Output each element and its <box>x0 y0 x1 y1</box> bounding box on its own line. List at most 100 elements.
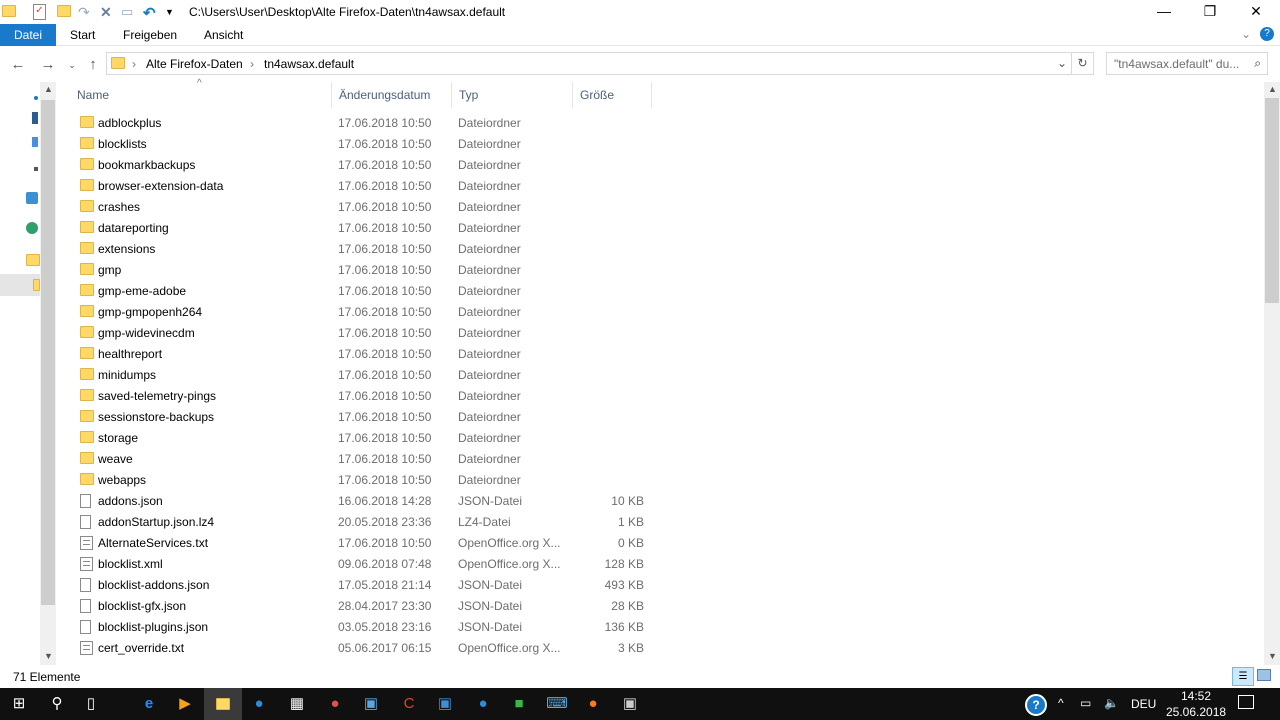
scroll-down-icon[interactable]: ▼ <box>1268 651 1277 661</box>
app-icon[interactable]: ▣ <box>611 688 649 720</box>
tab-ansicht[interactable]: Ansicht <box>191 24 256 46</box>
tab-datei[interactable]: Datei <box>0 24 56 46</box>
file-row[interactable]: AlternateServices.txt 17.06.2018 10:50 Ope… <box>70 533 650 554</box>
file-name: blocklist.xml <box>98 557 163 571</box>
back-button[interactable]: ← <box>8 55 28 75</box>
power-icon[interactable]: ▭ <box>1080 696 1091 710</box>
scrollbar-thumb[interactable] <box>1265 98 1279 303</box>
firefox-icon[interactable]: ● <box>574 688 612 720</box>
tab-freigeben[interactable]: Freigeben <box>110 24 190 46</box>
chevron-down-icon[interactable]: ⌄ <box>1057 56 1067 70</box>
file-explorer-icon[interactable] <box>204 688 242 720</box>
calculator-icon[interactable]: ▦ <box>278 688 316 720</box>
folder-icon[interactable] <box>26 254 40 266</box>
rename-icon[interactable]: ▭ <box>121 4 137 20</box>
language-indicator[interactable]: DEU <box>1131 697 1156 711</box>
maximize-button[interactable]: ❐ <box>1187 0 1233 24</box>
address-bar[interactable]: › Alte Firefox-Daten › tn4awsax.default … <box>106 52 1072 75</box>
column-type[interactable]: Typ <box>452 82 573 108</box>
search-input[interactable]: "tn4awsax.default" du... ⌕ <box>1106 52 1268 75</box>
column-date[interactable]: Änderungsdatum <box>332 82 452 108</box>
file-row[interactable]: gmp-eme-adobe 17.06.2018 10:50 Dateiordner <box>70 281 650 302</box>
large-icons-view-button[interactable] <box>1257 669 1271 681</box>
file-row[interactable]: gmp-gmpopenh264 17.06.2018 10:50 Dateiordn… <box>70 302 650 323</box>
tab-start[interactable]: Start <box>57 24 108 46</box>
breadcrumb-item[interactable]: Alte Firefox-Daten <box>146 57 243 71</box>
edge-icon[interactable]: e <box>130 688 168 720</box>
documents-icon[interactable] <box>32 112 38 124</box>
app-icon[interactable]: ▣ <box>426 688 464 720</box>
network-icon[interactable] <box>26 192 38 204</box>
file-row[interactable]: saved-telemetry-pings 17.06.2018 10:50 Dat… <box>70 386 650 407</box>
file-type: Dateiordner <box>458 200 521 214</box>
file-row[interactable]: sessionstore-backups 17.06.2018 10:50 Date… <box>70 407 650 428</box>
selected-nav-item[interactable] <box>0 274 40 296</box>
file-row[interactable]: minidumps 17.06.2018 10:50 Dateiordner <box>70 365 650 386</box>
keyboard-icon[interactable]: ⌨ <box>538 688 576 720</box>
drive-icon[interactable] <box>34 167 38 171</box>
file-row[interactable]: addons.json 16.06.2018 14:28 JSON-Datei 10 … <box>70 491 650 512</box>
volume-icon[interactable]: 🔈 <box>1104 696 1119 710</box>
start-button[interactable]: ⊞ <box>0 688 38 720</box>
file-row[interactable]: cert_override.txt 05.06.2017 06:15 OpenOff… <box>70 638 650 659</box>
file-row[interactable]: adblockplus 17.06.2018 10:50 Dateiordner <box>70 113 650 134</box>
file-row[interactable]: healthreport 17.06.2018 10:50 Dateiordner <box>70 344 650 365</box>
undo-icon[interactable]: ↶ <box>143 4 159 22</box>
help-icon[interactable]: ? <box>1260 27 1274 41</box>
file-row[interactable]: browser-extension-data 17.06.2018 10:50 Da… <box>70 176 650 197</box>
app-icon[interactable]: ● <box>316 688 354 720</box>
show-hidden-icons[interactable]: ^ <box>1058 696 1064 710</box>
help-icon[interactable]: ? <box>1025 694 1047 716</box>
file-row[interactable]: blocklist.xml 09.06.2018 07:48 OpenOffice.… <box>70 554 650 575</box>
file-row[interactable]: gmp-widevinecdm 17.06.2018 10:50 Dateiordn… <box>70 323 650 344</box>
column-name[interactable]: Name <box>70 82 332 108</box>
file-row[interactable]: crashes 17.06.2018 10:50 Dateiordner <box>70 197 650 218</box>
properties-icon[interactable]: ✓ <box>33 4 46 20</box>
file-row[interactable]: blocklist-plugins.json 03.05.2018 23:16 JS… <box>70 617 650 638</box>
breadcrumb-item[interactable]: tn4awsax.default <box>264 57 354 71</box>
homegroup-icon[interactable] <box>26 222 38 234</box>
scroll-up-icon[interactable]: ▲ <box>44 84 53 94</box>
close-button[interactable]: ✕ <box>1233 0 1279 24</box>
clock-time[interactable]: 14:52 <box>1181 689 1211 703</box>
task-view-button[interactable]: ▯ <box>72 688 110 720</box>
redo-icon[interactable]: ↷ <box>78 4 94 20</box>
media-player-icon[interactable]: ▶ <box>166 688 204 720</box>
file-row[interactable]: blocklists 17.06.2018 10:50 Dateiordner <box>70 134 650 155</box>
minimize-button[interactable]: — <box>1141 0 1187 24</box>
file-row[interactable]: webapps 17.06.2018 10:50 Dateiordner <box>70 470 650 491</box>
clock-date[interactable]: 25.06.2018 <box>1166 705 1226 719</box>
file-row[interactable]: gmp 17.06.2018 10:50 Dateiordner <box>70 260 650 281</box>
scrollbar-thumb[interactable] <box>41 100 55 605</box>
refresh-button[interactable]: ↻ <box>1072 52 1094 75</box>
file-row[interactable]: blocklist-gfx.json 28.04.2017 23:30 JSON-D… <box>70 596 650 617</box>
delete-icon[interactable]: ✕ <box>100 4 116 20</box>
up-button[interactable]: ↑ <box>83 55 103 75</box>
file-row[interactable]: extensions 17.06.2018 10:50 Dateiordner <box>70 239 650 260</box>
file-row[interactable]: datareporting 17.06.2018 10:50 Dateiordner <box>70 218 650 239</box>
file-row[interactable]: blocklist-addons.json 17.05.2018 21:14 JSO… <box>70 575 650 596</box>
scroll-up-icon[interactable]: ▲ <box>1268 84 1277 94</box>
pictures-icon[interactable] <box>32 137 38 147</box>
expand-ribbon-icon[interactable]: ⌄ <box>1241 27 1251 41</box>
file-row[interactable]: weave 17.06.2018 10:50 Dateiordner <box>70 449 650 470</box>
file-row[interactable]: storage 17.06.2018 10:50 Dateiordner <box>70 428 650 449</box>
forward-button[interactable]: → <box>38 55 58 75</box>
ccleaner-icon[interactable]: C <box>390 688 428 720</box>
app-icon[interactable]: ▣ <box>352 688 390 720</box>
notifications-icon[interactable] <box>1238 695 1254 709</box>
recent-locations-icon[interactable]: ⌄ <box>62 55 82 75</box>
file-row[interactable]: addonStartup.json.lz4 20.05.2018 23:36 LZ4… <box>70 512 650 533</box>
app-icon[interactable]: ● <box>464 688 502 720</box>
quick-access-icon[interactable] <box>34 96 38 100</box>
app-icon[interactable]: ● <box>240 688 278 720</box>
column-size[interactable]: Größe <box>573 82 652 108</box>
file-row[interactable]: bookmarkbackups 17.06.2018 10:50 Dateiordn… <box>70 155 650 176</box>
search-button[interactable]: ⚲ <box>38 688 76 720</box>
details-view-button[interactable]: ☰ <box>1232 667 1254 686</box>
new-folder-icon[interactable] <box>57 5 71 17</box>
navigation-scrollbar[interactable]: ▲ ▼ <box>40 82 56 665</box>
customize-toolbar-icon[interactable]: ▼ <box>165 7 181 23</box>
app-icon[interactable]: ■ <box>500 688 538 720</box>
scroll-down-icon[interactable]: ▼ <box>44 651 53 661</box>
